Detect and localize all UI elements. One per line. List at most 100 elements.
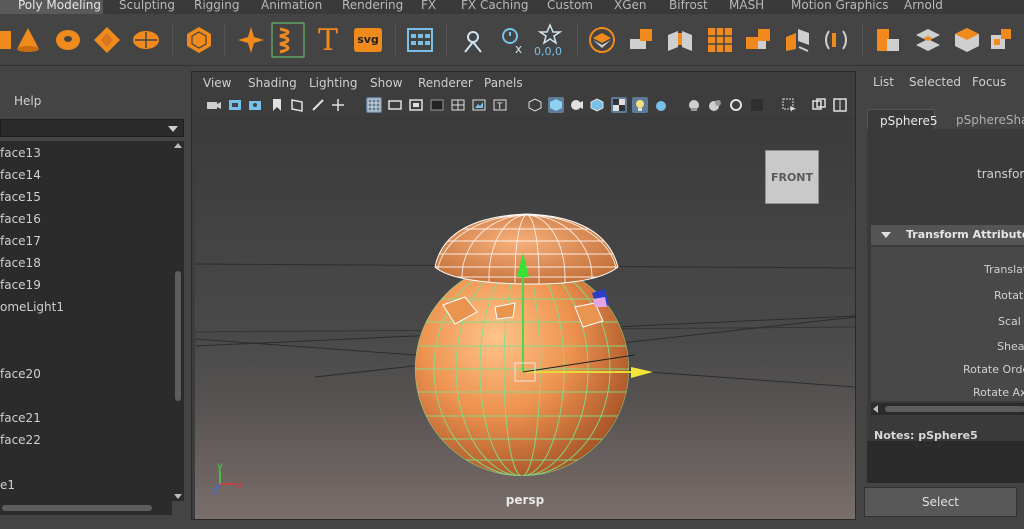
safe-title-icon[interactable]: T xyxy=(492,97,508,113)
list-item[interactable]: face19 xyxy=(0,278,41,292)
wireframe-on-shaded-icon[interactable] xyxy=(568,97,584,113)
shadows-icon[interactable] xyxy=(632,97,648,113)
tab-bifrost[interactable]: Bifrost xyxy=(669,0,708,14)
extrude-icon[interactable] xyxy=(623,20,659,60)
scroll-left-icon[interactable] xyxy=(873,405,878,413)
bridge-icon[interactable] xyxy=(662,20,698,60)
menu-list[interactable]: List xyxy=(873,75,894,89)
wireframe-icon[interactable] xyxy=(527,97,543,113)
depth-of-field-icon[interactable] xyxy=(728,97,744,113)
tab-psphereshape[interactable]: pSphereShap xyxy=(942,109,1024,129)
platonic-icon[interactable] xyxy=(181,20,217,60)
list-item[interactable]: face17 xyxy=(0,234,41,248)
scroll-thumb[interactable] xyxy=(175,271,181,401)
menu-panels[interactable]: Panels xyxy=(484,76,523,90)
isolate-select-icon[interactable] xyxy=(749,97,765,113)
menu-shading[interactable]: Shading xyxy=(248,76,297,90)
camera-attrs-icon[interactable] xyxy=(248,97,264,113)
camera-select-icon[interactable] xyxy=(206,97,222,113)
tab-mash[interactable]: MASH xyxy=(729,0,764,14)
list-item[interactable]: face22 xyxy=(0,433,41,447)
xray-icon[interactable] xyxy=(781,97,797,113)
film-gate-icon[interactable] xyxy=(387,97,403,113)
quad-draw-icon[interactable] xyxy=(910,20,946,60)
uv-editor-icon[interactable] xyxy=(984,20,1020,60)
list-item[interactable]: omeLight1 xyxy=(0,300,64,314)
separate-icon[interactable] xyxy=(779,20,815,60)
scroll-thumb[interactable] xyxy=(885,406,1024,412)
menu-lighting[interactable]: Lighting xyxy=(309,76,358,90)
tab-rendering[interactable]: Rendering xyxy=(342,0,403,14)
outliner-horizontal-scrollbar[interactable] xyxy=(0,501,172,515)
resolution-gate-icon[interactable] xyxy=(408,97,424,113)
safe-action-icon[interactable] xyxy=(471,97,487,113)
two-pane-icon[interactable] xyxy=(811,97,827,113)
cone-icon[interactable] xyxy=(10,20,46,60)
motion-blur-icon[interactable] xyxy=(686,97,702,113)
menu-view[interactable]: View xyxy=(203,76,231,90)
image-plane-icon[interactable] xyxy=(289,97,305,113)
tab-fx-caching[interactable]: FX Caching xyxy=(461,0,528,14)
select-button[interactable]: Select xyxy=(864,487,1017,517)
sparkle-icon[interactable] xyxy=(233,20,269,60)
screen-space-ao-icon[interactable] xyxy=(653,97,669,113)
camera-pan-icon[interactable] xyxy=(832,97,848,113)
pivot-icon[interactable] xyxy=(455,20,491,60)
menu-focus[interactable]: Focus xyxy=(972,75,1006,89)
type-grid-icon[interactable] xyxy=(402,20,438,60)
tab-animation[interactable]: Animation xyxy=(261,0,322,14)
tab-poly-modeling[interactable]: Poly Modeling xyxy=(0,0,103,14)
multisample-aa-icon[interactable] xyxy=(707,97,723,113)
menu-show[interactable]: Show xyxy=(370,76,402,90)
multicut-icon[interactable] xyxy=(702,20,738,60)
tab-motion-graphics[interactable]: Motion Graphics xyxy=(791,0,889,14)
grease-pencil-icon[interactable] xyxy=(310,97,326,113)
target-weld-icon[interactable] xyxy=(949,20,985,60)
text-tool-icon[interactable]: T xyxy=(310,20,346,60)
outliner-filter-dropdown[interactable] xyxy=(0,119,184,137)
lights-icon[interactable] xyxy=(611,97,627,113)
list-item[interactable]: face20 xyxy=(0,367,41,381)
menu-renderer[interactable]: Renderer xyxy=(418,76,473,90)
bevel-icon[interactable] xyxy=(584,20,620,60)
textured-icon[interactable] xyxy=(589,97,605,113)
snap-icon[interactable]: x xyxy=(495,20,531,60)
list-item[interactable]: face14 xyxy=(0,168,41,182)
2d-pan-icon[interactable] xyxy=(330,97,346,113)
viewport-canvas[interactable]: y x z FRONT persp xyxy=(195,117,855,519)
tab-fx[interactable]: FX xyxy=(421,0,436,14)
notes-field[interactable] xyxy=(867,441,1024,483)
grid-icon[interactable] xyxy=(366,97,382,113)
booleans-icon[interactable] xyxy=(870,20,906,60)
transform-attributes-section[interactable]: Transform Attributes xyxy=(871,225,1024,245)
tab-psphere5[interactable]: pSphere5 xyxy=(867,109,938,129)
list-item[interactable]: face21 xyxy=(0,411,41,425)
list-item[interactable]: face18 xyxy=(0,256,41,270)
gate-mask-icon[interactable] xyxy=(429,97,445,113)
list-item[interactable]: face16 xyxy=(0,212,41,226)
torus-icon[interactable] xyxy=(50,20,86,60)
help-menu[interactable]: Help xyxy=(14,94,41,108)
smooth-shade-icon[interactable] xyxy=(548,97,564,113)
helix-icon[interactable] xyxy=(270,20,306,60)
diamond-icon[interactable] xyxy=(89,20,125,60)
tab-rigging[interactable]: Rigging xyxy=(194,0,239,14)
scroll-up-icon[interactable] xyxy=(174,143,182,148)
list-item[interactable]: e1 xyxy=(0,478,15,492)
list-item[interactable]: face13 xyxy=(0,146,41,160)
attribute-horizontal-scrollbar[interactable] xyxy=(871,403,1024,415)
disc-icon[interactable] xyxy=(128,20,164,60)
svg-tool-icon[interactable]: svg xyxy=(350,20,386,60)
tab-xgen[interactable]: XGen xyxy=(614,0,647,14)
tab-sculpting[interactable]: Sculpting xyxy=(119,0,175,14)
outliner-vertical-scrollbar[interactable] xyxy=(172,141,184,501)
viewcube[interactable]: FRONT xyxy=(765,150,819,204)
zero-transform-icon[interactable]: 0,0,0 xyxy=(532,20,568,60)
list-item[interactable]: face15 xyxy=(0,190,41,204)
mirror-icon[interactable] xyxy=(818,20,854,60)
bookmark-icon[interactable] xyxy=(269,97,285,113)
tab-arnold[interactable]: Arnold xyxy=(904,0,943,14)
field-chart-icon[interactable] xyxy=(450,97,466,113)
scroll-down-icon[interactable] xyxy=(174,494,182,499)
menu-selected[interactable]: Selected xyxy=(909,75,961,89)
